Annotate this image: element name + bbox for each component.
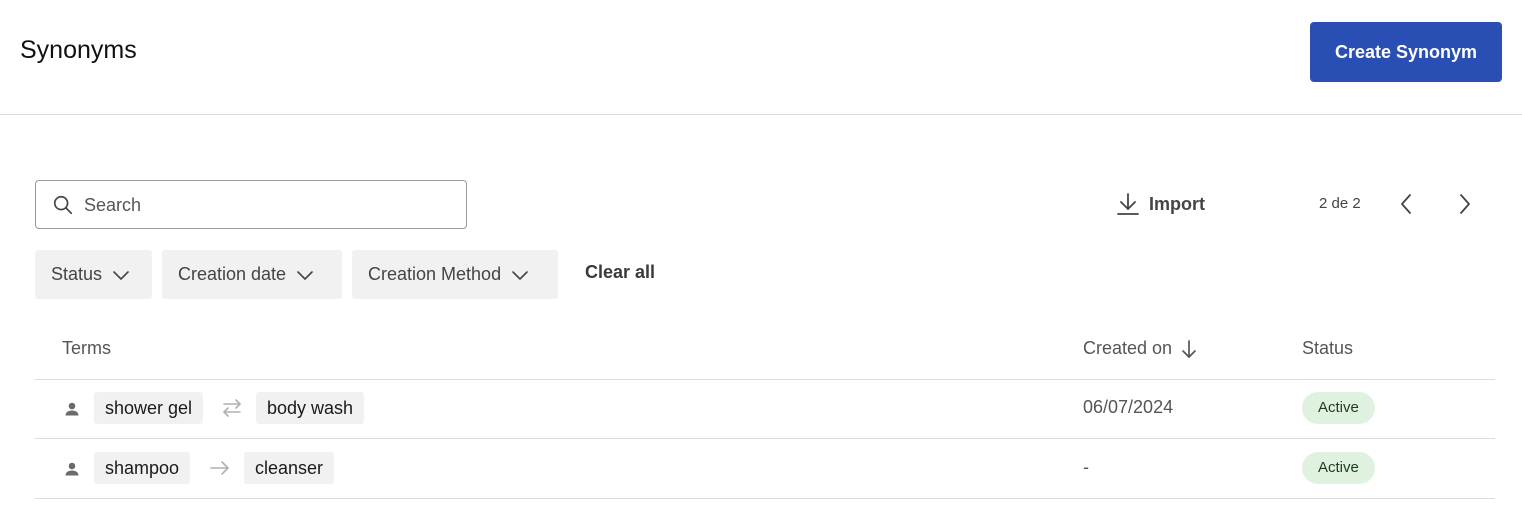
- next-page-button[interactable]: [1451, 190, 1479, 218]
- created-on-cell: 06/07/2024: [1083, 397, 1174, 417]
- column-header-status-label: Status: [1302, 338, 1354, 358]
- status-filter-label: Status: [51, 264, 103, 284]
- swap-arrows-icon: [223, 399, 241, 417]
- creation-method-filter-label: Creation Method: [368, 264, 502, 284]
- column-header-created-on[interactable]: Created on: [1083, 338, 1198, 359]
- clear-all-button[interactable]: Clear all: [585, 262, 655, 283]
- term-chip: shower gel: [94, 392, 204, 424]
- sort-descending-icon: [1182, 339, 1196, 358]
- status-badge: Active: [1302, 392, 1375, 424]
- term-chip: cleanser: [244, 452, 335, 484]
- column-header-created-on-label: Created on: [1083, 338, 1173, 358]
- search-icon: [53, 195, 73, 215]
- chevron-down-icon: [113, 270, 129, 280]
- row-divider: [35, 498, 1495, 499]
- term-chip: shampoo: [94, 452, 191, 484]
- column-header-terms-label: Terms: [62, 338, 111, 358]
- page-title: Synonyms: [20, 36, 137, 64]
- user-icon: [65, 462, 79, 476]
- status-filter-dropdown[interactable]: Status: [35, 250, 152, 299]
- create-synonym-button[interactable]: Create Synonym: [1310, 22, 1502, 82]
- chevron-right-icon: [1460, 194, 1470, 214]
- creation-date-filter-label: Creation date: [178, 264, 287, 284]
- creation-method-filter-dropdown[interactable]: Creation Method: [352, 250, 558, 299]
- column-header-terms: Terms: [62, 338, 111, 359]
- status-badge: Active: [1302, 452, 1375, 484]
- chevron-down-icon: [512, 270, 528, 280]
- pagination-label: 2 de 2: [1319, 195, 1361, 212]
- term-chip: body wash: [256, 392, 365, 424]
- created-on-cell: -: [1083, 457, 1089, 477]
- column-header-status: Status: [1302, 338, 1353, 359]
- chevron-down-icon: [297, 270, 313, 280]
- creation-date-filter-dropdown[interactable]: Creation date: [162, 250, 342, 299]
- search-input[interactable]: [84, 191, 454, 219]
- table-row[interactable]: shampoo cleanser - Active: [35, 439, 1495, 497]
- download-icon: [1117, 193, 1139, 215]
- previous-page-button[interactable]: [1392, 190, 1420, 218]
- page-header: Synonyms Create Synonym: [0, 0, 1522, 115]
- import-button[interactable]: Import: [1115, 189, 1205, 219]
- import-label: Import: [1149, 193, 1205, 214]
- chevron-left-icon: [1401, 194, 1411, 214]
- arrow-right-icon: [210, 461, 229, 475]
- search-box[interactable]: [35, 180, 467, 229]
- table-row[interactable]: shower gel body wash 06/07/2024 Active: [35, 379, 1495, 437]
- user-icon: [65, 402, 79, 416]
